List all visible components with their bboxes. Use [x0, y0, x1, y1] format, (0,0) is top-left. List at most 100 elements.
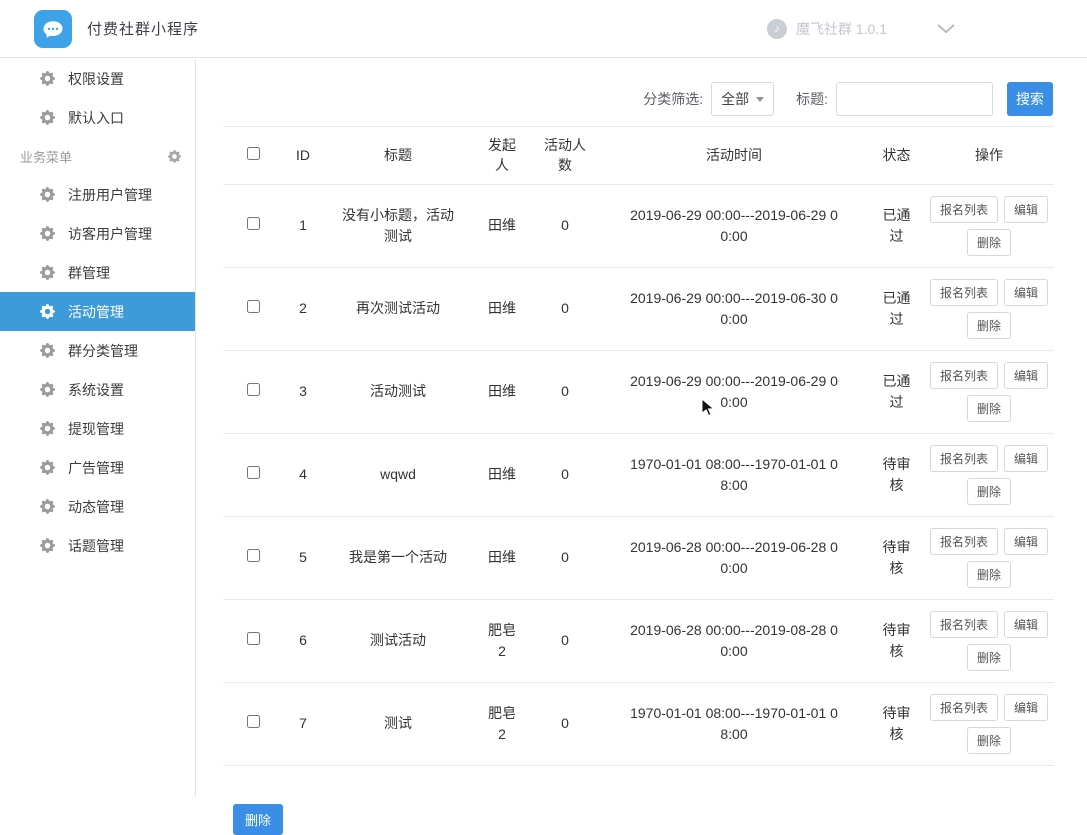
delete-button[interactable]: 删除 [967, 644, 1011, 671]
column-header: 发起人 [473, 127, 531, 185]
sidebar-item[interactable]: 提现管理 [0, 409, 195, 448]
column-header: 标题 [323, 127, 473, 185]
gear-icon [40, 110, 55, 125]
row-status: 待审核 [880, 537, 914, 578]
sidebar-item[interactable]: 活动管理 [0, 292, 195, 331]
signup-list-button[interactable]: 报名列表 [930, 445, 998, 472]
activity-table: ID标题发起人活动人数活动时间状态操作 1没有小标题，活动测试田维02019-0… [223, 126, 1054, 766]
row-checkbox[interactable] [247, 715, 260, 728]
gear-icon [40, 499, 55, 514]
delete-button[interactable]: 删除 [967, 727, 1011, 754]
sidebar-menu-group: 注册用户管理访客用户管理群管理活动管理群分类管理系统设置提现管理广告管理动态管理… [0, 175, 195, 565]
brand-logo-icon: ♪ [767, 19, 787, 39]
top-header: 付费社群小程序 ♪ 魔飞社群 1.0.1 [0, 0, 1087, 58]
sidebar-item[interactable]: 动态管理 [0, 487, 195, 526]
signup-list-button[interactable]: 报名列表 [930, 196, 998, 223]
signup-list-button[interactable]: 报名列表 [930, 362, 998, 389]
sidebar-item[interactable]: 群管理 [0, 253, 195, 292]
row-participants: 0 [543, 381, 587, 401]
sidebar-item[interactable]: 广告管理 [0, 448, 195, 487]
bulk-delete-button[interactable]: 删除 [233, 804, 283, 835]
edit-button[interactable]: 编辑 [1004, 611, 1048, 638]
row-checkbox[interactable] [247, 632, 260, 645]
row-checkbox[interactable] [247, 300, 260, 313]
sidebar-item[interactable]: 话题管理 [0, 526, 195, 565]
delete-button[interactable]: 删除 [967, 478, 1011, 505]
edit-button[interactable]: 编辑 [1004, 196, 1048, 223]
signup-list-button[interactable]: 报名列表 [930, 279, 998, 306]
sidebar-item[interactable]: 访客用户管理 [0, 214, 195, 253]
title-search-input[interactable] [836, 82, 993, 116]
main-content: 分类筛选: 全部 标题: 搜索 ID标题发起人活动人数活动时间状态操作 1没有小… [197, 59, 1087, 797]
topbar-right: ♪ 魔飞社群 1.0.1 [767, 19, 955, 39]
delete-button[interactable]: 删除 [967, 229, 1011, 256]
sidebar-item[interactable]: 权限设置 [0, 59, 195, 98]
edit-button[interactable]: 编辑 [1004, 362, 1048, 389]
table-row: 5我是第一个活动田维02019-06-28 00:00---2019-06-28… [223, 516, 1054, 599]
sidebar: 权限设置默认入口 业务菜单 注册用户管理访客用户管理群管理活动管理群分类管理系统… [0, 59, 196, 797]
select-all-checkbox[interactable] [247, 147, 260, 160]
row-participants: 0 [543, 630, 587, 650]
row-checkbox[interactable] [247, 217, 260, 230]
signup-list-button[interactable]: 报名列表 [930, 611, 998, 638]
edit-button[interactable]: 编辑 [1004, 279, 1048, 306]
table-row: 4wqwd田维01970-01-01 08:00---1970-01-01 08… [223, 433, 1054, 516]
row-time: 2019-06-28 00:00---2019-06-28 00:00 [627, 537, 841, 578]
row-checkbox[interactable] [247, 549, 260, 562]
row-checkbox[interactable] [247, 466, 260, 479]
app-title: 付费社群小程序 [87, 18, 199, 39]
gear-icon [40, 382, 55, 397]
edit-button[interactable]: 编辑 [1004, 528, 1048, 555]
sidebar-item-label: 话题管理 [68, 536, 124, 556]
table-row: 6测试活动肥皂202019-06-28 00:00---2019-08-28 0… [223, 599, 1054, 682]
row-participants: 0 [543, 298, 587, 318]
gear-icon [40, 538, 55, 553]
signup-list-button[interactable]: 报名列表 [930, 694, 998, 721]
edit-button[interactable]: 编辑 [1004, 694, 1048, 721]
delete-button[interactable]: 删除 [967, 312, 1011, 339]
search-button[interactable]: 搜索 [1007, 82, 1053, 116]
row-participants: 0 [543, 713, 587, 733]
edit-button[interactable]: 编辑 [1004, 445, 1048, 472]
table-container: ID标题发起人活动人数活动时间状态操作 1没有小标题，活动测试田维02019-0… [223, 126, 1053, 835]
row-status: 待审核 [880, 620, 914, 661]
gear-icon[interactable] [168, 150, 181, 163]
row-checkbox[interactable] [247, 383, 260, 396]
row-participants: 0 [543, 464, 587, 484]
row-id: 1 [295, 215, 311, 235]
gear-icon [40, 460, 55, 475]
signup-list-button[interactable]: 报名列表 [930, 528, 998, 555]
column-header: 操作 [924, 127, 1054, 185]
sidebar-item-label: 权限设置 [68, 69, 124, 89]
row-status: 已通过 [880, 205, 914, 246]
gear-icon [40, 265, 55, 280]
sidebar-item[interactable]: 系统设置 [0, 370, 195, 409]
table-header-row: ID标题发起人活动人数活动时间状态操作 [223, 127, 1054, 185]
row-time: 2019-06-29 00:00---2019-06-29 00:00 [627, 205, 841, 246]
table-row: 7测试肥皂201970-01-01 08:00---1970-01-01 08:… [223, 682, 1054, 765]
gear-icon [40, 71, 55, 86]
row-time: 1970-01-01 08:00---1970-01-01 08:00 [627, 454, 841, 495]
row-time: 2019-06-29 00:00---2019-06-30 00:00 [627, 288, 841, 329]
row-time: 2019-06-29 00:00---2019-06-29 00:00 [627, 371, 841, 412]
row-title: 活动测试 [339, 381, 457, 401]
sidebar-item-label: 注册用户管理 [68, 185, 152, 205]
category-select-value: 全部 [721, 89, 749, 109]
column-header: 活动时间 [599, 127, 869, 185]
row-initiator: 田维 [485, 547, 519, 567]
row-id: 6 [295, 630, 311, 650]
sidebar-item[interactable]: 群分类管理 [0, 331, 195, 370]
sidebar-item-label: 默认入口 [68, 108, 124, 128]
sidebar-item[interactable]: 注册用户管理 [0, 175, 195, 214]
row-participants: 0 [543, 215, 587, 235]
sidebar-item[interactable]: 默认入口 [0, 98, 195, 137]
chevron-down-icon[interactable] [937, 24, 955, 34]
gear-icon [40, 187, 55, 202]
delete-button[interactable]: 删除 [967, 561, 1011, 588]
category-select[interactable]: 全部 [711, 82, 774, 116]
delete-button[interactable]: 删除 [967, 395, 1011, 422]
sidebar-item-label: 动态管理 [68, 497, 124, 517]
sidebar-section-title: 业务菜单 [20, 147, 72, 166]
row-id: 2 [295, 298, 311, 318]
row-id: 4 [295, 464, 311, 484]
